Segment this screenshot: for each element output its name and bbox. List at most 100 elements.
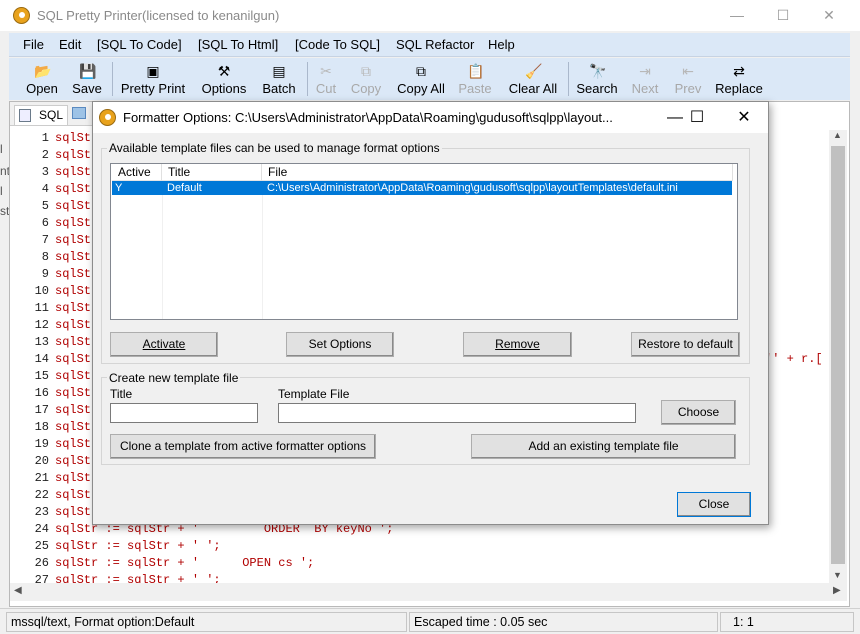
- dialog-title: Formatter Options: C:\Users\Administrato…: [123, 110, 613, 125]
- menu-sql-to-html[interactable]: [SQL To Html]: [198, 37, 278, 52]
- menu-sql-to-code[interactable]: [SQL To Code]: [97, 37, 182, 52]
- menu-help[interactable]: Help: [488, 37, 515, 52]
- clone-template-button[interactable]: Clone a template from active formatter o…: [110, 434, 376, 459]
- line-number: 2: [41, 148, 49, 162]
- code-text: sqlSt: [55, 437, 92, 451]
- line-number: 1: [41, 131, 49, 145]
- minimize-icon[interactable]: —: [714, 0, 760, 31]
- code-line: 8 sqlSt: [10, 249, 91, 266]
- menu-sql-refactor[interactable]: SQL Refactor: [396, 37, 474, 52]
- choose-button[interactable]: Choose: [661, 400, 736, 425]
- code-line: 12 sqlSt: [10, 317, 91, 334]
- line-number: 8: [41, 250, 49, 264]
- code-text: sqlStr := sqlStr + ' ';: [55, 573, 221, 583]
- options-hammer-icon: ⚒: [217, 63, 231, 79]
- code-line: 7 sqlSt: [10, 232, 91, 249]
- toolbar: 📂 Open 💾 Save ▣ Pretty Print ⚒ Options ▤…: [9, 58, 850, 100]
- code-line: 11 sqlSt: [10, 300, 91, 317]
- open-folder-icon: 📂: [34, 63, 52, 79]
- scroll-right-icon[interactable]: ▶: [833, 585, 841, 596]
- menu-edit[interactable]: Edit: [59, 37, 81, 52]
- column-header-active[interactable]: Active: [112, 164, 162, 181]
- scroll-down-icon[interactable]: ▼: [833, 570, 842, 580]
- code-line: 26 sqlStr := sqlStr + ' OPEN cs ';: [10, 555, 315, 572]
- scroll-up-icon[interactable]: ▲: [833, 130, 842, 140]
- line-number: 16: [34, 386, 49, 400]
- code-text: sqlSt: [55, 403, 92, 417]
- search-prev-icon: ⇤: [682, 63, 694, 79]
- batch-icon: ▤: [272, 63, 286, 79]
- copy-button[interactable]: ⧉ Copy: [346, 58, 386, 100]
- set-options-button[interactable]: Set Options: [286, 332, 394, 357]
- code-line: 17 sqlSt: [10, 402, 91, 419]
- column-header-file[interactable]: File: [262, 164, 733, 181]
- tab-html-icon[interactable]: [72, 107, 86, 119]
- floppy-disk-icon: 💾: [79, 63, 97, 79]
- code-line: 21 sqlSt: [10, 470, 91, 487]
- add-existing-template-button[interactable]: Add an existing template file: [471, 434, 736, 459]
- clear-all-button[interactable]: 🧹 Clear All: [502, 58, 564, 100]
- open-button[interactable]: 📂 Open: [22, 58, 62, 100]
- line-number: 21: [34, 471, 49, 485]
- menu-file[interactable]: File: [23, 37, 44, 52]
- restore-default-button[interactable]: Restore to default: [631, 332, 740, 357]
- paste-button[interactable]: 📋 Paste: [455, 58, 495, 100]
- code-text: sqlSt: [55, 369, 92, 383]
- dialog-app-icon: [99, 109, 116, 126]
- remove-button[interactable]: Remove: [463, 332, 572, 357]
- close-button[interactable]: Close: [677, 492, 751, 517]
- code-line: 10 sqlSt: [10, 283, 91, 300]
- menu-bar: File Edit [SQL To Code] [SQL To Html] [C…: [9, 33, 850, 57]
- cut-button[interactable]: ✂ Cut: [311, 58, 341, 100]
- template-file-input[interactable]: [278, 403, 636, 423]
- document-icon: [19, 109, 31, 122]
- replace-icon: ⇄: [733, 63, 745, 79]
- broom-icon: 🧹: [525, 63, 543, 79]
- column-header-title[interactable]: Title: [162, 164, 262, 181]
- code-line: 1 sqlSt: [10, 131, 91, 147]
- options-button[interactable]: ⚒ Options: [195, 58, 253, 100]
- maximize-icon[interactable]: ☐: [760, 0, 806, 31]
- scroll-left-icon[interactable]: ◀: [14, 585, 22, 596]
- save-button[interactable]: 💾 Save: [67, 58, 107, 100]
- activate-button[interactable]: Activate: [110, 332, 218, 357]
- code-text: sqlSt: [55, 233, 92, 247]
- line-number: 12: [34, 318, 49, 332]
- prev-button[interactable]: ⇤ Prev: [669, 58, 707, 100]
- table-row[interactable]: Y Default C:\Users\Administrator\AppData…: [112, 181, 732, 195]
- line-number: 18: [34, 420, 49, 434]
- pretty-print-button[interactable]: ▣ Pretty Print: [117, 58, 189, 100]
- code-line: 2 sqlSt: [10, 147, 91, 164]
- code-line: 3 sqlSt: [10, 164, 91, 181]
- app-title: SQL Pretty Printer(licensed to kenanilgu…: [37, 8, 280, 23]
- tab-sql[interactable]: SQL: [14, 105, 68, 125]
- dialog-maximize-icon[interactable]: ☐: [675, 102, 719, 133]
- title-input[interactable]: [110, 403, 258, 423]
- horizontal-scrollbar[interactable]: ◀ ▶: [10, 583, 847, 601]
- code-text: sqlSt: [55, 471, 92, 485]
- menu-code-to-sql[interactable]: [Code To SQL]: [295, 37, 380, 52]
- code-line: 15 sqlSt: [10, 368, 91, 385]
- code-line: 13 sqlSt: [10, 334, 91, 351]
- status-bar: mssql/text, Format option:Default Escape…: [0, 608, 860, 634]
- search-button[interactable]: 🔭 Search: [573, 58, 621, 100]
- line-number: 13: [34, 335, 49, 349]
- code-text: sqlSt: [55, 335, 92, 349]
- title-label: Title: [110, 387, 133, 401]
- replace-button[interactable]: ⇄ Replace: [713, 58, 765, 100]
- code-text: sqlSt: [55, 267, 92, 281]
- code-text: sqlSt: [55, 488, 92, 502]
- line-number: 19: [34, 437, 49, 451]
- line-number: 10: [34, 284, 49, 298]
- cell-title: Default: [167, 182, 202, 194]
- dialog-close-icon[interactable]: ✕: [722, 102, 766, 133]
- code-line: 20 sqlSt: [10, 453, 91, 470]
- code-line: 4 sqlSt: [10, 181, 91, 198]
- batch-button[interactable]: ▤ Batch: [257, 58, 301, 100]
- code-text: sqlSt: [55, 318, 92, 332]
- next-button[interactable]: ⇥ Next: [626, 58, 664, 100]
- vertical-scroll-thumb[interactable]: [831, 146, 845, 564]
- close-icon[interactable]: ✕: [806, 0, 852, 31]
- copy-all-button[interactable]: ⧉ Copy All: [393, 58, 449, 100]
- line-number: 24: [34, 522, 49, 536]
